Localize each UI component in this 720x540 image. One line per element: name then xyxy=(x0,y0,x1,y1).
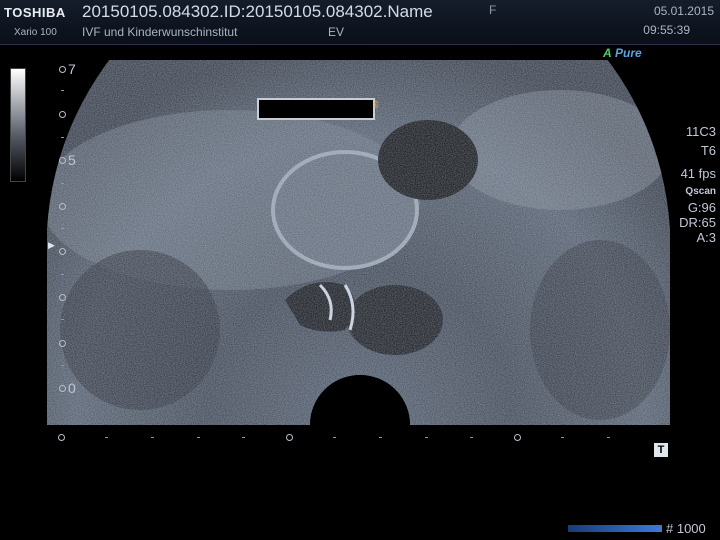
lateral-marker-icon xyxy=(58,434,65,441)
depth-tick xyxy=(61,365,64,366)
depth-tick xyxy=(61,274,64,275)
lateral-tick xyxy=(561,437,564,438)
frame-count-label: # 1000 xyxy=(666,521,706,536)
lateral-tick xyxy=(333,437,336,438)
depth-label-7: 7 xyxy=(68,61,76,77)
depth-marker-icon xyxy=(59,294,66,301)
depth-marker-icon xyxy=(59,111,66,118)
depth-tick xyxy=(61,90,64,91)
depth-label-0: 0 xyxy=(68,380,76,396)
depth-marker-icon xyxy=(59,385,66,392)
depth-marker-icon xyxy=(59,157,66,164)
ultrasound-image xyxy=(47,60,670,425)
lateral-tick xyxy=(105,437,108,438)
t-marker-icon: T xyxy=(654,443,668,457)
lateral-tick xyxy=(425,437,428,438)
depth-tick xyxy=(61,319,64,320)
focus-pointer-icon: ▶ xyxy=(48,240,55,250)
depth-marker-icon xyxy=(59,203,66,210)
caliper-marker-icon: ⇕ xyxy=(372,100,381,111)
lateral-tick xyxy=(379,437,382,438)
lateral-marker-icon xyxy=(514,434,521,441)
lateral-tick xyxy=(242,437,245,438)
depth-label-5: 5 xyxy=(68,152,76,168)
lateral-tick xyxy=(151,437,154,438)
depth-marker-icon xyxy=(59,66,66,73)
cine-progress-bar[interactable] xyxy=(568,525,662,532)
lateral-tick xyxy=(197,437,200,438)
lateral-marker-icon xyxy=(286,434,293,441)
depth-marker-icon xyxy=(59,340,66,347)
depth-marker-icon xyxy=(59,248,66,255)
lateral-tick xyxy=(470,437,473,438)
depth-tick xyxy=(61,183,64,184)
lateral-tick xyxy=(607,437,610,438)
depth-tick xyxy=(61,137,64,138)
depth-tick xyxy=(61,228,64,229)
redaction-box xyxy=(257,98,375,120)
